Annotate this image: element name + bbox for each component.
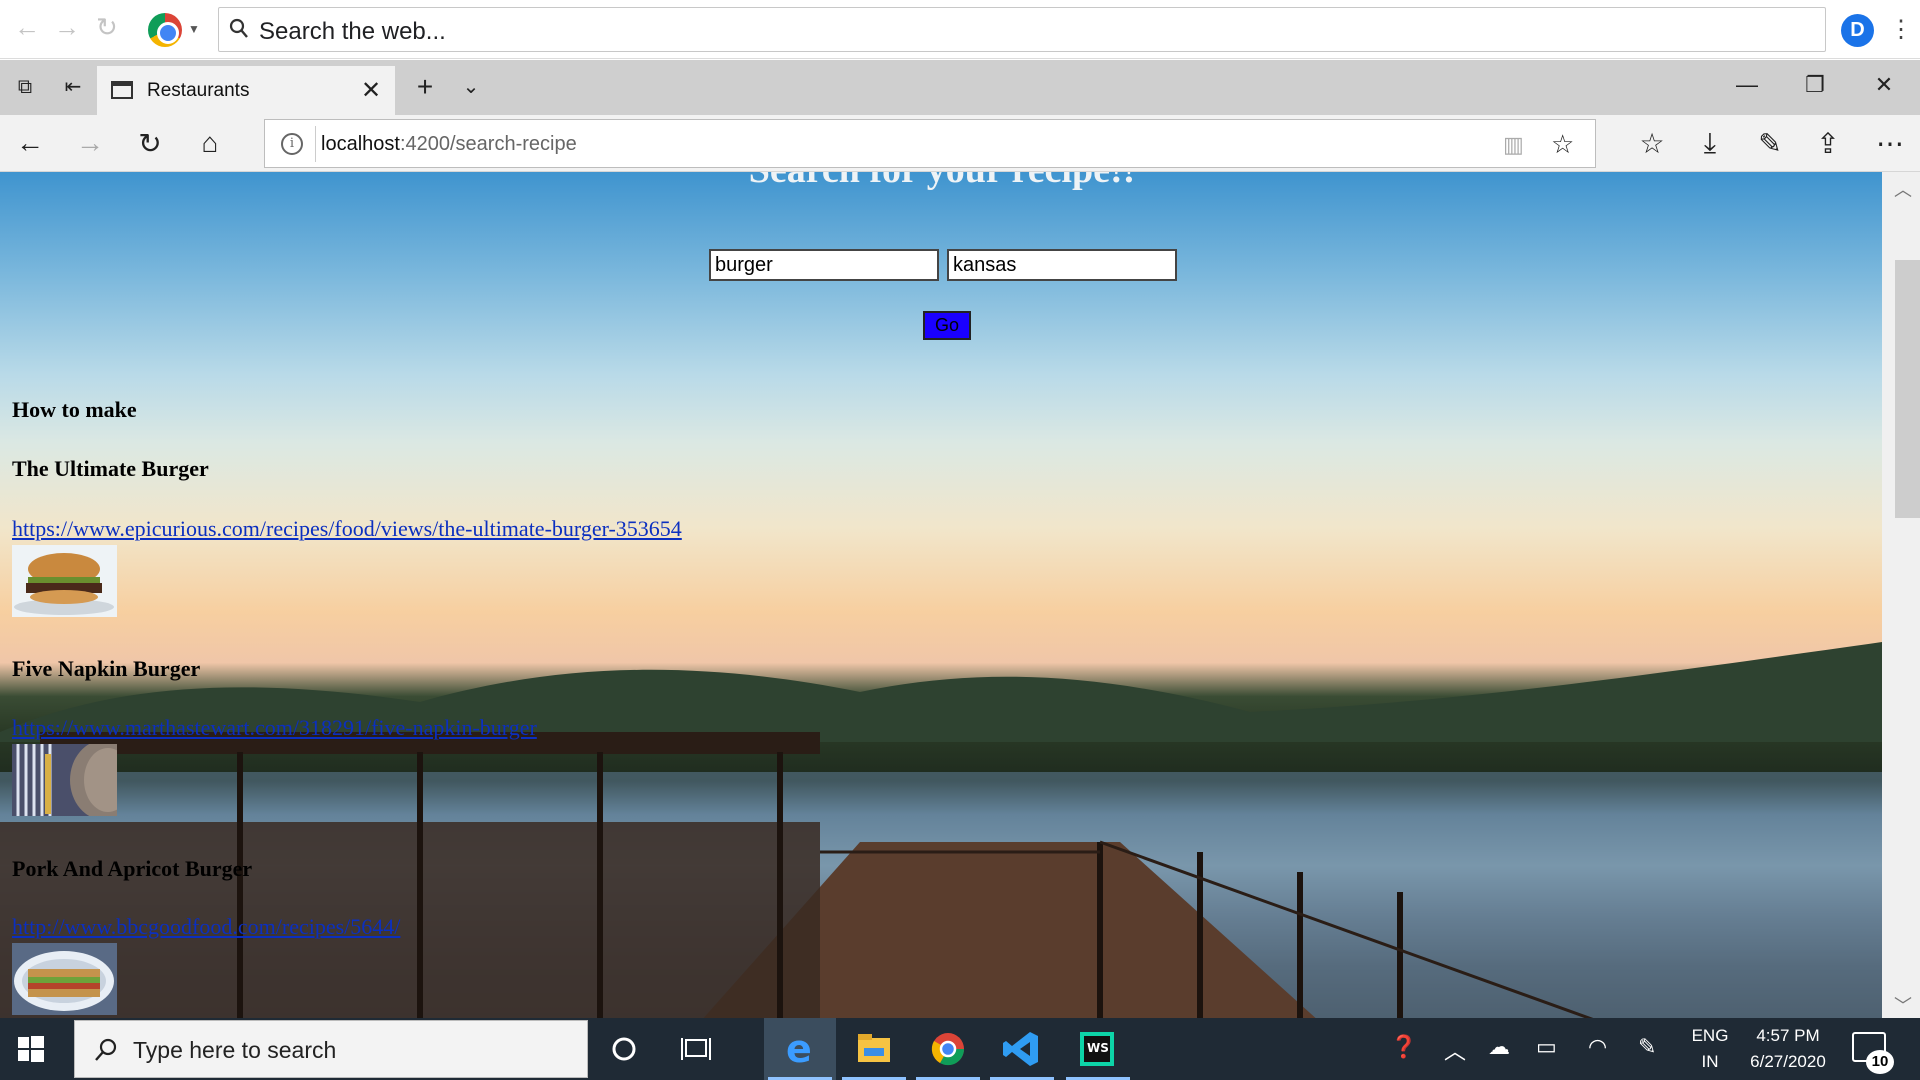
chrome-logo-icon[interactable] — [148, 13, 182, 47]
info-icon[interactable]: i — [281, 133, 303, 155]
scroll-down-icon[interactable]: ﹀ — [1894, 992, 1912, 1018]
cortana-icon[interactable] — [588, 1018, 660, 1080]
set-aside-tabs-icon[interactable]: ⇤ — [60, 74, 86, 100]
tab-strip: ⧉ ⇤ Restaurants ✕ + ⌄ — ❐ ✕ — [0, 60, 1920, 115]
pen-icon[interactable]: ✎ — [1638, 1034, 1656, 1060]
taskbar-search-box[interactable]: Type here to search — [74, 1020, 588, 1078]
windows-start-icon[interactable] — [18, 1036, 44, 1062]
reading-view-icon[interactable]: ▥ — [1503, 132, 1524, 158]
clock-date[interactable]: 6/27/2020 — [1740, 1052, 1836, 1072]
chrome-taskbar-icon[interactable] — [912, 1018, 984, 1080]
recipe-link[interactable]: http://www.bbcgoodfood.com/recipes/5644/ — [12, 914, 400, 940]
favorite-star-icon[interactable]: ☆ — [1551, 129, 1574, 160]
vscode-taskbar-icon[interactable] — [986, 1018, 1058, 1080]
favorites-list-icon[interactable]: ☆ — [1634, 127, 1670, 160]
recipe-title: Pork And Apricot Burger — [12, 856, 253, 881]
search-icon — [229, 18, 248, 38]
home-icon[interactable]: ⌂ — [192, 127, 228, 159]
url-text: localhost:4200/search-recipe — [321, 133, 577, 155]
edge-icon: e — [786, 1027, 812, 1071]
vscode-icon — [1003, 1032, 1038, 1066]
scrollbar-thumb[interactable] — [1895, 260, 1920, 518]
reload-icon[interactable]: ↻ — [96, 12, 118, 43]
back-arrow-icon[interactable]: ← — [12, 127, 48, 159]
share-icon[interactable]: ⇪ — [1810, 127, 1846, 160]
location-search-input[interactable] — [947, 249, 1177, 281]
windows-taskbar: Type here to search e WS ❓ ︿ ☁ ▭ ◠ ✎ ENG… — [0, 1018, 1920, 1080]
help-icon[interactable]: ❓ — [1390, 1034, 1417, 1060]
recipe-title: The Ultimate Burger — [12, 456, 209, 481]
language-indicator[interactable]: ENG — [1688, 1026, 1732, 1046]
close-icon[interactable]: ✕ — [361, 76, 381, 105]
search-icon — [95, 1038, 117, 1061]
back-arrow-icon[interactable]: ← — [14, 12, 40, 43]
refresh-icon[interactable]: ↻ — [132, 127, 168, 160]
pen-icon[interactable]: ✎ — [1752, 127, 1788, 160]
svg-text:WS: WS — [1087, 1041, 1109, 1055]
go-button[interactable]: Go — [923, 311, 971, 340]
chevron-down-icon[interactable]: ▼ — [188, 22, 200, 36]
burger-image — [12, 545, 117, 617]
taskbar-search-placeholder: Type here to search — [133, 1037, 337, 1063]
chrome-icon — [931, 1033, 965, 1066]
how-to-heading: How to make — [12, 397, 137, 422]
edge-taskbar-icon[interactable]: e — [764, 1018, 836, 1080]
task-view-icon[interactable] — [660, 1018, 732, 1080]
tab-groups-icon[interactable]: ⧉ — [12, 74, 38, 100]
sandwich-image — [12, 943, 117, 1015]
omnibox-placeholder: Search the web... — [259, 18, 446, 45]
url-field[interactable]: i localhost:4200/search-recipe ▥ ☆ — [264, 119, 1596, 168]
tab-title: Restaurants — [147, 80, 250, 101]
recipe-link[interactable]: https://www.marthastewart.com/318291/fiv… — [12, 715, 537, 741]
svg-text:e: e — [786, 1027, 812, 1071]
page-icon — [111, 81, 133, 99]
more-horizontal-icon[interactable]: ⋯ — [1872, 127, 1908, 160]
recipe-link[interactable]: https://www.epicurious.com/recipes/food/… — [12, 516, 682, 542]
clock-time[interactable]: 4:57 PM — [1740, 1026, 1836, 1046]
omnibox[interactable]: Search the web... — [218, 7, 1826, 52]
wifi-icon[interactable]: ◠ — [1588, 1034, 1607, 1060]
more-vertical-icon[interactable]: ⋮ — [1889, 15, 1913, 44]
onedrive-icon[interactable]: ☁ — [1488, 1034, 1510, 1060]
fork-plate-image — [12, 744, 117, 816]
forward-arrow-icon[interactable]: → — [72, 127, 108, 159]
webstorm-taskbar-icon[interactable]: WS — [1062, 1018, 1134, 1080]
tab-restaurants[interactable]: Restaurants ✕ — [97, 66, 395, 115]
outer-browser-toolbar: ← → ↻ ▼ Search the web... D ⋮ — [0, 0, 1920, 59]
vertical-scrollbar[interactable]: ︿ ﹀ — [1882, 172, 1920, 1018]
minimize-icon[interactable]: — — [1727, 72, 1767, 98]
divider — [315, 126, 316, 162]
webstorm-icon: WS — [1080, 1032, 1114, 1066]
battery-icon[interactable]: ▭ — [1536, 1034, 1557, 1060]
page-content: Search for your recipe!! Go How to make … — [12, 172, 1872, 1018]
download-icon[interactable]: ⤓ — [1692, 127, 1728, 160]
forward-arrow-icon[interactable]: → — [54, 12, 80, 43]
new-tab-icon[interactable]: + — [412, 73, 438, 101]
page-title: Search for your recipe!! — [12, 172, 1872, 192]
address-toolbar: ← → ↻ ⌂ i localhost:4200/search-recipe ▥… — [0, 115, 1920, 172]
dish-search-input[interactable] — [709, 249, 939, 281]
region-indicator[interactable]: IN — [1688, 1052, 1732, 1072]
scroll-up-icon[interactable]: ︿ — [1894, 176, 1912, 202]
chevron-up-icon[interactable]: ︿ — [1444, 1034, 1466, 1066]
chevron-down-icon[interactable]: ⌄ — [458, 74, 484, 100]
file-explorer-taskbar-icon[interactable] — [838, 1018, 910, 1080]
profile-avatar[interactable]: D — [1841, 14, 1874, 47]
restore-icon[interactable]: ❐ — [1795, 72, 1835, 98]
page-viewport: Search for your recipe!! Go How to make … — [0, 172, 1882, 1018]
recipe-title: Five Napkin Burger — [12, 656, 201, 681]
close-window-icon[interactable]: ✕ — [1864, 72, 1904, 98]
folder-icon — [858, 1034, 890, 1062]
notification-count-badge: 10 — [1866, 1050, 1894, 1074]
